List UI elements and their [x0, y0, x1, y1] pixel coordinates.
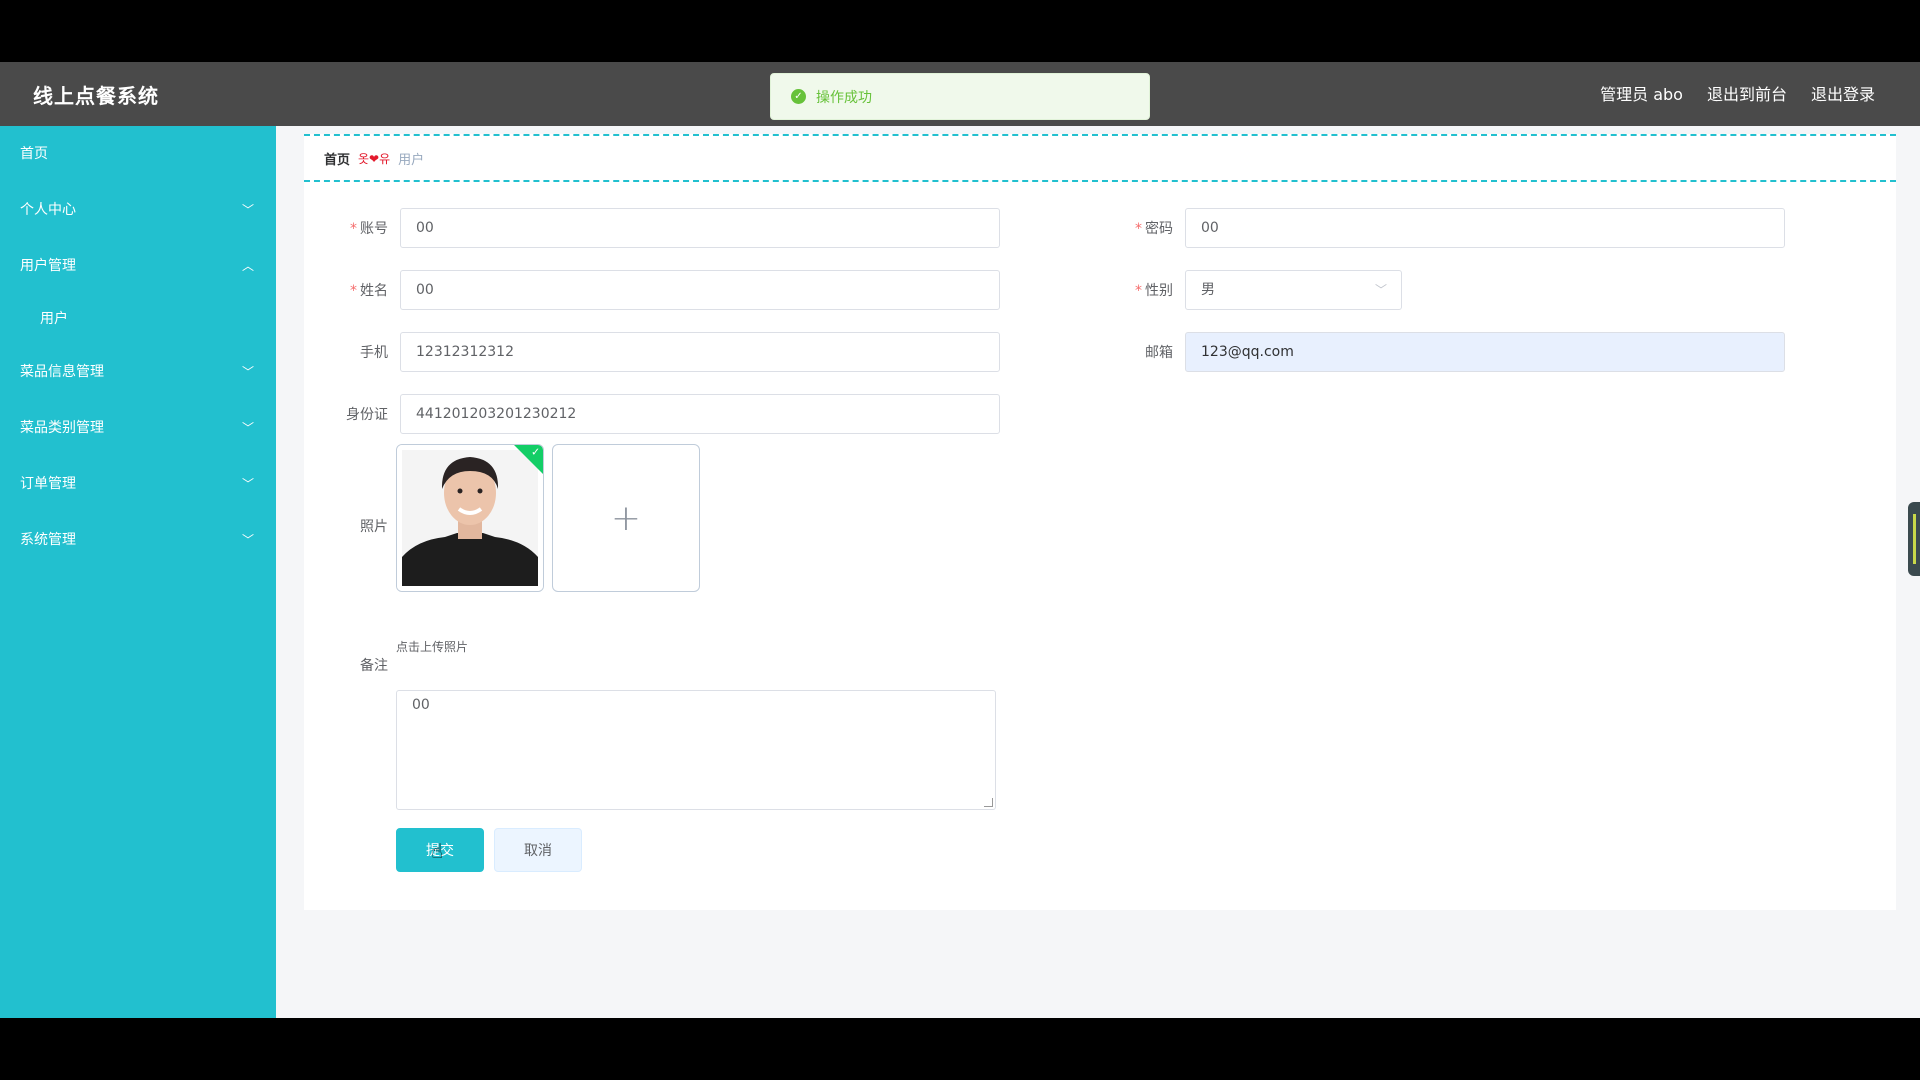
- app-window: 线上点餐系统 ✓ 操作成功 管理员 abo 退出到前台 退出登录 首页 个人中心…: [0, 62, 1920, 1018]
- toast-message: 操作成功: [816, 89, 872, 106]
- sidebar-item-label: 首页: [20, 146, 48, 162]
- letterbox-top: [0, 0, 1920, 62]
- sidebar-item-dish-info[interactable]: 菜品信息管理 ﹀: [0, 344, 276, 400]
- name-input[interactable]: 00: [400, 270, 1000, 310]
- sidebar-item-label: 菜品类别管理: [20, 420, 104, 436]
- remark-value: 00: [412, 697, 430, 713]
- phone-label: 手机: [360, 345, 388, 361]
- account-input[interactable]: 00: [400, 208, 1000, 248]
- cancel-label: 取消: [524, 843, 552, 859]
- uploaded-photo: [397, 445, 543, 591]
- sidebar-item-orders[interactable]: 订单管理 ﹀: [0, 456, 276, 512]
- gender-value: 男: [1201, 282, 1215, 298]
- remark-textarea[interactable]: 00: [396, 690, 996, 810]
- sidebar-item-dish-category[interactable]: 菜品类别管理 ﹀: [0, 400, 276, 456]
- chevron-down-icon: ﹀: [241, 533, 254, 547]
- id-card-input[interactable]: 441201203201230212: [400, 394, 1000, 434]
- sidebar-item-home[interactable]: 首页: [0, 126, 276, 182]
- email-input[interactable]: 123@qq.com: [1185, 332, 1785, 372]
- breadcrumb-current: 用户: [398, 152, 425, 168]
- check-icon: ✓: [531, 445, 541, 459]
- breadcrumb-separator: 옷❤유: [358, 151, 391, 166]
- sidebar-item-label: 个人中心: [20, 202, 76, 218]
- password-label: * 密码: [1135, 221, 1173, 237]
- sidebar-subitem-label: 用户: [40, 311, 68, 327]
- password-row: * 密码 00: [1105, 208, 1785, 248]
- phone-row: 手机 12312312312: [320, 332, 1000, 372]
- sidebar-item-user-management[interactable]: 用户管理 ︿: [0, 238, 276, 294]
- submit-button[interactable]: 提交 ☝: [396, 828, 484, 872]
- header-links: 管理员 abo 退出到前台 退出登录: [1600, 81, 1875, 105]
- photo-thumbnail[interactable]: ✓: [396, 444, 544, 592]
- account-label: * 账号: [350, 221, 388, 237]
- success-toast: ✓ 操作成功: [770, 73, 1150, 120]
- email-row: 邮箱 123@qq.com: [1105, 332, 1785, 372]
- chevron-down-icon: ﹀: [241, 477, 254, 491]
- letterbox-bottom: [0, 1018, 1920, 1080]
- sidebar-item-personal-center[interactable]: 个人中心 ﹀: [0, 182, 276, 238]
- breadcrumb-home[interactable]: 首页: [324, 149, 350, 168]
- app-title: 线上点餐系统: [33, 84, 159, 108]
- sidebar-item-label: 系统管理: [20, 532, 76, 548]
- sidebar: 首页 个人中心 ﹀ 用户管理 ︿ 用户 菜品信息管理 ﹀ 菜品类别管理 ﹀ 订单…: [0, 126, 276, 1018]
- breadcrumb: 首页 옷❤유 用户: [304, 134, 1896, 182]
- photo-upload-tip: 点击上传照片: [396, 640, 469, 654]
- sidebar-item-label: 菜品信息管理: [20, 364, 104, 380]
- photo-upload-button[interactable]: +: [552, 444, 700, 592]
- sidebar-subitem-user[interactable]: 用户: [0, 294, 276, 344]
- name-row: * 姓名 00: [320, 270, 1000, 310]
- resize-handle-icon[interactable]: [984, 798, 993, 807]
- name-label: * 姓名: [350, 283, 388, 299]
- id-card-row: 身份证 441201203201230212: [320, 394, 1000, 434]
- exit-to-front-link[interactable]: 退出到前台: [1707, 81, 1787, 105]
- plus-icon: +: [610, 497, 642, 539]
- sidebar-item-system[interactable]: 系统管理 ﹀: [0, 512, 276, 568]
- phone-input[interactable]: 12312312312: [400, 332, 1000, 372]
- email-label: 邮箱: [1145, 345, 1173, 361]
- current-user: 管理员 abo: [1600, 85, 1683, 104]
- cancel-button[interactable]: 取消: [494, 828, 582, 872]
- hand-cursor-icon: ☝: [431, 839, 444, 863]
- check-circle-icon: ✓: [791, 89, 806, 104]
- sidebar-item-label: 订单管理: [20, 476, 76, 492]
- chevron-down-icon: ﹀: [241, 203, 254, 217]
- gender-select[interactable]: 男 ﹀: [1185, 270, 1402, 310]
- main-content: 首页 옷❤유 用户 * 账号 00 * 密码 00 * 姓名 00 * 性别 男 ﹀ 手…: [304, 134, 1896, 910]
- remark-label: 备注: [360, 658, 388, 674]
- side-drag-handle[interactable]: [1908, 502, 1920, 576]
- chevron-down-icon: ﹀: [241, 421, 254, 435]
- top-header: 线上点餐系统 ✓ 操作成功 管理员 abo 退出到前台 退出登录: [0, 62, 1920, 126]
- chevron-down-icon: ﹀: [241, 365, 254, 379]
- photo-label: 照片: [360, 519, 388, 535]
- id-card-label: 身份证: [346, 407, 388, 423]
- sidebar-item-label: 用户管理: [20, 258, 76, 274]
- logout-link[interactable]: 退出登录: [1811, 81, 1875, 105]
- gender-row: * 性别 男 ﹀: [1105, 270, 1402, 310]
- password-input[interactable]: 00: [1185, 208, 1785, 248]
- account-row: * 账号 00: [320, 208, 1000, 248]
- gender-label: * 性别: [1135, 283, 1173, 299]
- chevron-down-icon: ﹀: [1374, 283, 1387, 297]
- chevron-up-icon: ︿: [241, 259, 254, 273]
